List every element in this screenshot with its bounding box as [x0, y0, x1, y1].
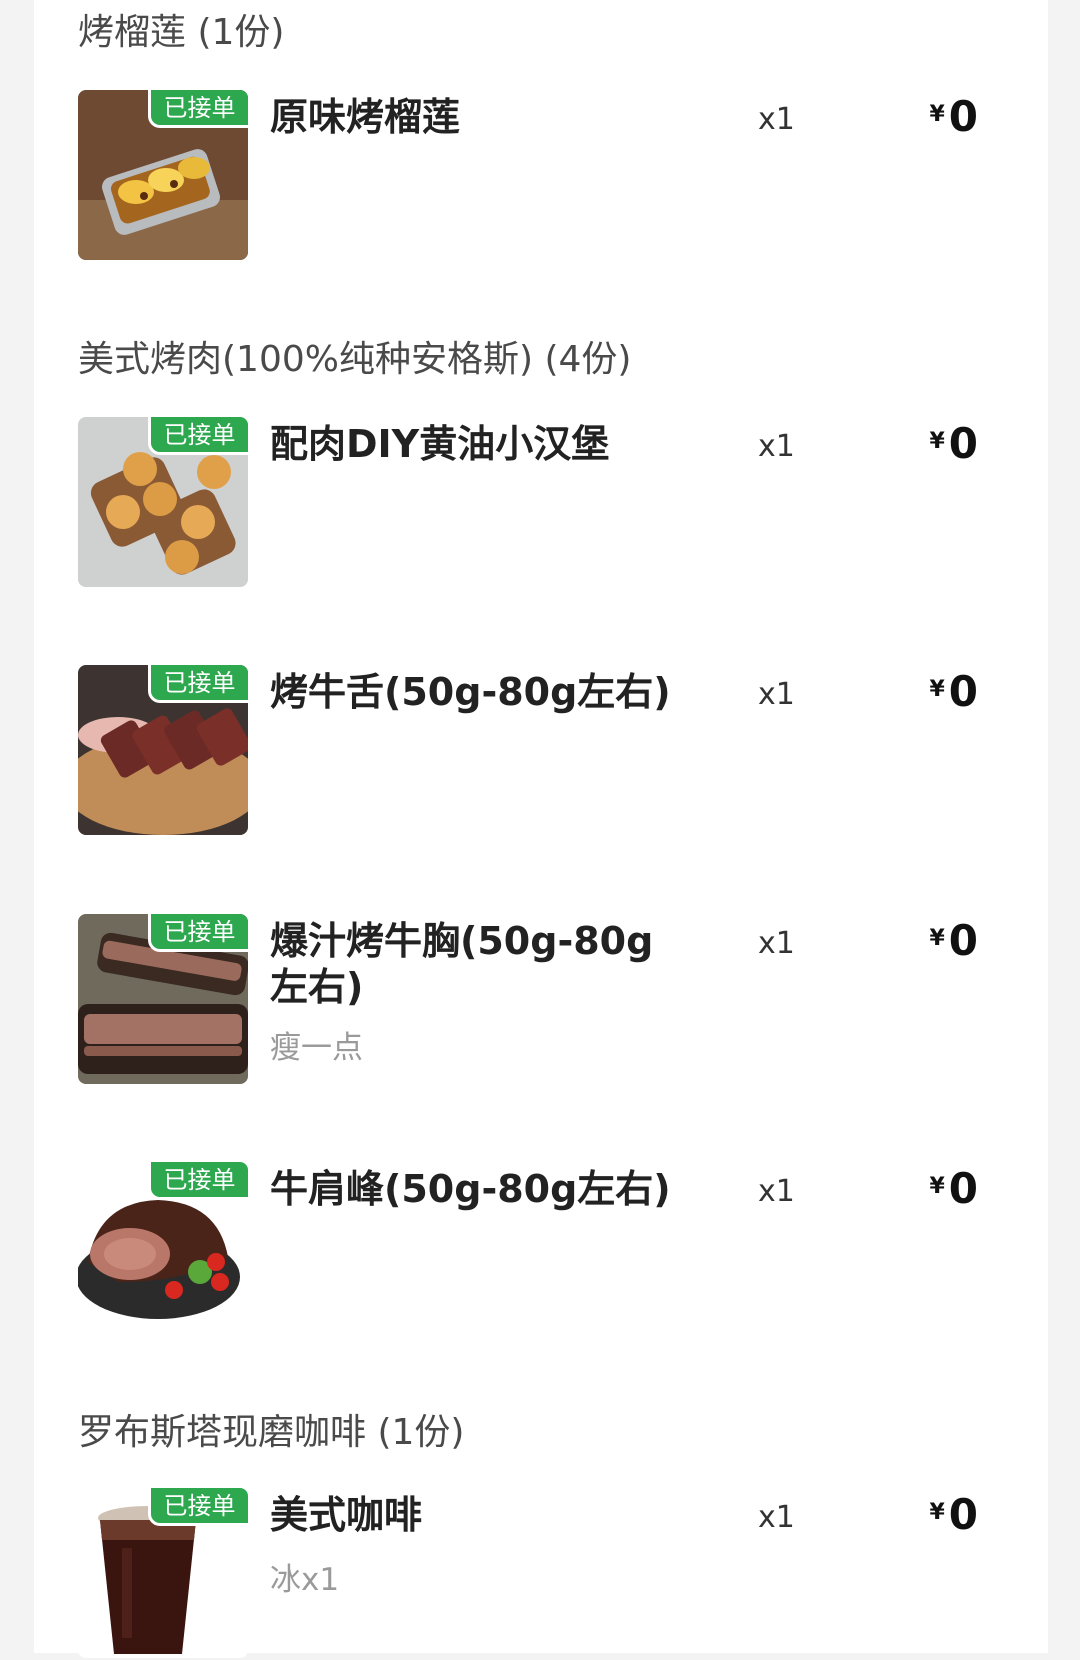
item-price: ¥0 — [929, 916, 978, 965]
item-name: 配肉DIY黄油小汉堡 — [270, 422, 610, 466]
price-value: 0 — [948, 419, 978, 468]
status-badge: 已接单 — [148, 665, 248, 703]
item-quantity: x1 — [758, 1174, 795, 1209]
price-value: 0 — [948, 92, 978, 141]
item-name: 美式咖啡 — [270, 1493, 423, 1537]
item-price: ¥0 — [929, 1490, 978, 1539]
item-spec: 瘦一点 — [270, 1030, 363, 1066]
item-quantity: x1 — [758, 677, 795, 712]
item-price: ¥0 — [929, 667, 978, 716]
item-price: ¥0 — [929, 92, 978, 141]
status-badge: 已接单 — [148, 90, 248, 128]
item-price: ¥0 — [929, 1164, 978, 1213]
item-name: 牛肩峰(50g-80g左右) — [270, 1167, 671, 1211]
group-title-coffee: 罗布斯塔现磨咖啡 (1份) — [78, 1412, 465, 1453]
item-name: 爆汁烤牛胸(50g-80g左右) — [270, 919, 654, 1009]
group-title-durian: 烤榴莲 (1份) — [78, 12, 285, 53]
item-price: ¥0 — [929, 419, 978, 468]
item-quantity: x1 — [758, 429, 795, 464]
item-name: 烤牛舌(50g-80g左右) — [270, 670, 671, 714]
price-value: 0 — [948, 916, 978, 965]
item-quantity: x1 — [758, 1500, 795, 1535]
order-card: 烤榴莲 (1份) 已接单 原味烤榴莲 x1 ¥0 美式烤肉(100%纯种安格斯)… — [34, 0, 1048, 1658]
currency-symbol: ¥ — [929, 1174, 945, 1199]
price-value: 0 — [948, 667, 978, 716]
currency-symbol: ¥ — [929, 1500, 945, 1525]
status-badge: 已接单 — [148, 417, 248, 455]
currency-symbol: ¥ — [929, 677, 945, 702]
order-item[interactable]: 已接单 爆汁烤牛胸(50g-80g左右) 瘦一点 x1 ¥0 — [78, 914, 1018, 1086]
price-value: 0 — [948, 1164, 978, 1213]
item-name: 原味烤榴莲 — [270, 95, 461, 139]
group-title-bbq: 美式烤肉(100%纯种安格斯) (4份) — [78, 339, 632, 380]
order-item[interactable]: 已接单 牛肩峰(50g-80g左右) x1 ¥0 — [78, 1162, 1018, 1334]
item-quantity: x1 — [758, 102, 795, 137]
order-item[interactable]: 已接单 配肉DIY黄油小汉堡 x1 ¥0 — [78, 417, 1018, 589]
item-quantity: x1 — [758, 926, 795, 961]
status-badge: 已接单 — [148, 1488, 248, 1526]
status-badge: 已接单 — [148, 1162, 248, 1200]
currency-symbol: ¥ — [929, 429, 945, 454]
item-spec: 冰x1 — [270, 1562, 340, 1598]
order-item[interactable]: 已接单 原味烤榴莲 x1 ¥0 — [78, 90, 1018, 262]
currency-symbol: ¥ — [929, 102, 945, 127]
price-value: 0 — [948, 1490, 978, 1539]
currency-symbol: ¥ — [929, 926, 945, 951]
order-item[interactable]: 已接单 美式咖啡 冰x1 x1 ¥0 — [78, 1488, 1018, 1660]
status-badge: 已接单 — [148, 914, 248, 952]
order-item[interactable]: 已接单 烤牛舌(50g-80g左右) x1 ¥0 — [78, 665, 1018, 837]
